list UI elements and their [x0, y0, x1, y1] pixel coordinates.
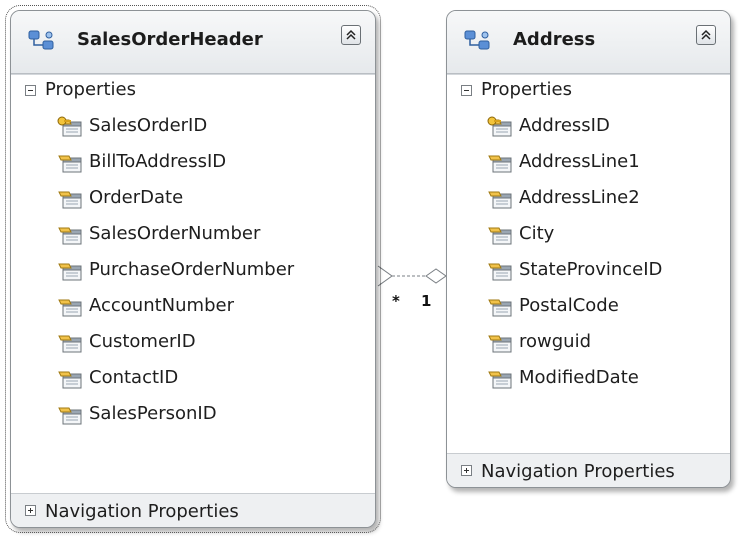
property-row[interactable]: ContactID: [11, 361, 375, 397]
scalar-property-icon: [58, 155, 82, 173]
property-name: ModifiedDate: [519, 367, 639, 388]
association-many-label: *: [392, 292, 400, 310]
property-row[interactable]: ModifiedDate: [447, 361, 730, 397]
property-row[interactable]: PurchaseOrderNumber: [11, 253, 375, 289]
collapse-chevron-icon[interactable]: [341, 25, 361, 45]
entity-header[interactable]: SalesOrderHeader: [11, 11, 375, 74]
property-name: SalesPersonID: [89, 403, 217, 424]
property-name: BillToAddressID: [89, 151, 227, 172]
property-row[interactable]: City: [447, 217, 730, 253]
property-name: AddressID: [519, 115, 610, 136]
expand-plus-icon[interactable]: [25, 505, 36, 516]
property-name: PostalCode: [519, 295, 619, 316]
property-name: SalesOrderID: [89, 115, 208, 136]
scalar-property-icon: [58, 191, 82, 209]
property-name: City: [519, 223, 555, 244]
property-row[interactable]: StateProvinceID: [447, 253, 730, 289]
navigation-properties-section[interactable]: Navigation Properties: [11, 493, 375, 527]
property-name: CustomerID: [89, 331, 196, 352]
navigation-properties-label: Navigation Properties: [481, 461, 675, 482]
scalar-property-icon: [58, 263, 82, 281]
entity-sales-order-header[interactable]: SalesOrderHeader Properties SalesOrderID…: [5, 5, 381, 533]
scalar-property-icon: [488, 299, 512, 317]
property-row[interactable]: SalesPersonID: [11, 397, 375, 433]
properties-section-header[interactable]: Properties: [11, 75, 375, 109]
collapse-minus-icon[interactable]: [461, 85, 472, 96]
scalar-property-icon: [58, 227, 82, 245]
scalar-property-icon: [488, 335, 512, 353]
entity-header[interactable]: Address: [447, 11, 730, 74]
entity-type-icon: [464, 30, 490, 50]
properties-label: Properties: [45, 79, 136, 100]
property-row[interactable]: CustomerID: [11, 325, 375, 361]
property-row[interactable]: AddressLine2: [447, 181, 730, 217]
collapse-chevron-icon[interactable]: [696, 25, 716, 45]
key-property-icon: [57, 116, 82, 137]
expand-plus-icon[interactable]: [461, 465, 472, 476]
entity-title: Address: [513, 29, 596, 50]
property-name: rowguid: [519, 331, 591, 352]
scalar-property-icon: [488, 371, 512, 389]
scalar-property-icon: [488, 191, 512, 209]
association-one-label: 1: [421, 292, 432, 310]
scalar-property-icon: [58, 407, 82, 425]
scalar-property-icon: [488, 227, 512, 245]
property-row[interactable]: PostalCode: [447, 289, 730, 325]
scalar-property-icon: [58, 299, 82, 317]
collapse-minus-icon[interactable]: [25, 85, 36, 96]
property-name: PurchaseOrderNumber: [89, 259, 295, 280]
entity-type-icon: [28, 30, 54, 50]
properties-section-header[interactable]: Properties: [447, 75, 730, 109]
property-row[interactable]: AddressLine1: [447, 145, 730, 181]
property-name: OrderDate: [89, 187, 184, 208]
property-name: AddressLine2: [519, 187, 640, 208]
property-name: AddressLine1: [519, 151, 640, 172]
property-row[interactable]: SalesOrderID: [11, 109, 375, 145]
properties-label: Properties: [481, 79, 572, 100]
scalar-property-icon: [488, 263, 512, 281]
property-row[interactable]: OrderDate: [11, 181, 375, 217]
scalar-property-icon: [488, 155, 512, 173]
navigation-properties-label: Navigation Properties: [45, 501, 239, 522]
entity-address[interactable]: Address Properties AddressID AddressLine1…: [446, 10, 731, 488]
key-property-icon: [487, 116, 512, 137]
property-row[interactable]: AccountNumber: [11, 289, 375, 325]
scalar-property-icon: [58, 371, 82, 389]
property-name: AccountNumber: [89, 295, 234, 316]
property-row[interactable]: BillToAddressID: [11, 145, 375, 181]
property-name: StateProvinceID: [519, 259, 663, 280]
navigation-properties-section[interactable]: Navigation Properties: [447, 453, 730, 487]
property-row[interactable]: rowguid: [447, 325, 730, 361]
property-name: SalesOrderNumber: [89, 223, 261, 244]
property-name: ContactID: [89, 367, 179, 388]
property-row[interactable]: SalesOrderNumber: [11, 217, 375, 253]
scalar-property-icon: [58, 335, 82, 353]
entity-title: SalesOrderHeader: [77, 29, 263, 50]
property-row[interactable]: AddressID: [447, 109, 730, 145]
